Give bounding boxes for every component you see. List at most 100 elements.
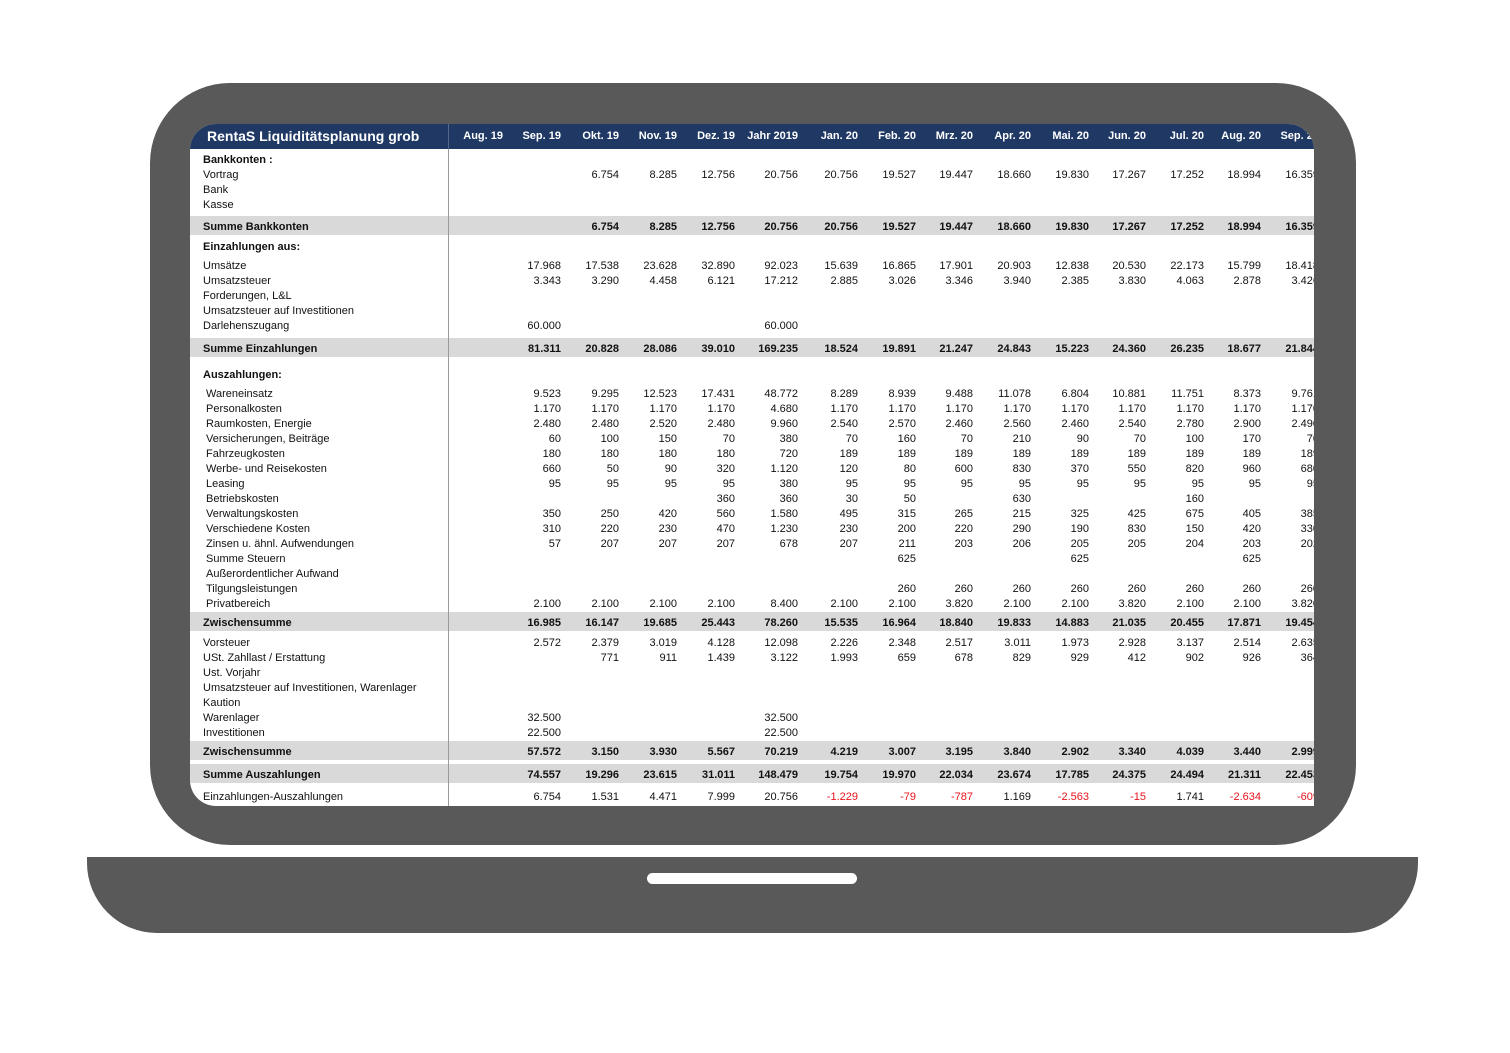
table-cell[interactable]: 2.999 — [1249, 746, 1314, 758]
table-cell[interactable]: 95 — [1249, 478, 1314, 490]
table-cell[interactable]: 50 — [846, 493, 916, 505]
table-cell[interactable]: 364 — [1249, 652, 1314, 664]
table-cell[interactable]: 22.453 — [1249, 769, 1314, 781]
row-label[interactable]: Versicherungen, Beiträge — [206, 433, 330, 445]
table-cell[interactable]: 16.359 — [1249, 221, 1314, 233]
table-cell[interactable]: 207 — [665, 538, 735, 550]
table-cell[interactable]: 22.500 — [728, 727, 798, 739]
total-row-label[interactable]: Summe Auszahlungen — [203, 769, 321, 781]
table-cell[interactable]: 470 — [665, 523, 735, 535]
table-cell[interactable]: 95 — [665, 478, 735, 490]
table-cell[interactable]: 70 — [1249, 433, 1314, 445]
table-cell[interactable]: 4.128 — [665, 637, 735, 649]
table-cell[interactable]: 6.121 — [665, 275, 735, 287]
table-cell[interactable]: 385 — [1249, 508, 1314, 520]
table-cell[interactable]: 5.567 — [665, 746, 735, 758]
row-label[interactable]: Umsatzsteuer auf Investitionen, Warenlag… — [203, 682, 417, 694]
section-heading[interactable]: Einzahlungen aus: — [203, 241, 300, 253]
table-cell[interactable]: 625 — [1191, 553, 1261, 565]
row-label[interactable]: Verschiedene Kosten — [206, 523, 310, 535]
row-label[interactable]: Vorsteuer — [203, 637, 250, 649]
row-label[interactable]: Umsatzsteuer auf Investitionen — [203, 305, 354, 317]
row-label[interactable]: Raumkosten, Energie — [206, 418, 312, 430]
row-label[interactable]: Investitionen — [203, 727, 265, 739]
table-cell[interactable]: 680 — [1249, 463, 1314, 475]
row-label[interactable]: Vortrag — [203, 169, 238, 181]
row-label[interactable]: Umsatzsteuer — [203, 275, 271, 287]
table-cell[interactable]: 330 — [1249, 523, 1314, 535]
row-label[interactable]: Kaution — [203, 697, 240, 709]
row-label[interactable]: Ust. Vorjahr — [203, 667, 260, 679]
row-label[interactable]: Forderungen, L&L — [203, 290, 292, 302]
table-cell[interactable]: 180 — [665, 448, 735, 460]
row-label[interactable]: Zinsen u. ähnl. Aufwendungen — [206, 538, 354, 550]
table-cell[interactable]: 60.000 — [728, 320, 798, 332]
table-cell[interactable]: 360 — [665, 493, 735, 505]
row-label[interactable]: Leasing — [206, 478, 245, 490]
table-cell[interactable]: 70 — [665, 433, 735, 445]
section-heading[interactable]: Bankkonten : — [203, 154, 273, 166]
table-cell[interactable]: 625 — [1019, 553, 1089, 565]
header-divider — [448, 124, 449, 149]
table-cell[interactable]: 560 — [665, 508, 735, 520]
table-cell[interactable]: 17.431 — [665, 388, 735, 400]
table-cell[interactable]: 2.490 — [1249, 418, 1314, 430]
row-label[interactable]: Kasse — [203, 199, 234, 211]
row-label[interactable]: Fahrzeugkosten — [206, 448, 285, 460]
table-cell[interactable]: 2.100 — [665, 598, 735, 610]
row-label[interactable]: Betriebskosten — [206, 493, 279, 505]
table-cell[interactable]: 2.480 — [665, 418, 735, 430]
total-row-label[interactable]: Summe Einzahlungen — [203, 343, 317, 355]
row-label[interactable]: Darlehenszugang — [203, 320, 289, 332]
row-label[interactable]: USt. Zahllast / Erstattung — [203, 652, 325, 664]
table-cell[interactable]: 1.170 — [665, 403, 735, 415]
table-cell[interactable]: 19.454 — [1249, 617, 1314, 629]
table-cell[interactable]: 31.011 — [665, 769, 735, 781]
table-cell[interactable]: 25.443 — [665, 617, 735, 629]
row-label[interactable]: Verwaltungskosten — [206, 508, 298, 520]
section-heading[interactable]: Auszahlungen: — [203, 369, 282, 381]
row-label[interactable]: Tilgungsleistungen — [206, 583, 297, 595]
row-label[interactable]: Warenlager — [203, 712, 259, 724]
column-header[interactable]: Dez. 19 — [665, 130, 735, 142]
table-cell[interactable]: 9.761 — [1249, 388, 1314, 400]
table-cell[interactable]: 18.418 — [1249, 260, 1314, 272]
row-label[interactable]: Umsätze — [203, 260, 246, 272]
row-label[interactable]: Bank — [203, 184, 228, 196]
row-label[interactable]: Privatbereich — [206, 598, 270, 610]
row-label[interactable]: Werbe- und Reisekosten — [206, 463, 327, 475]
row-label[interactable]: Personalkosten — [206, 403, 282, 415]
table-cell[interactable]: 12.756 — [665, 169, 735, 181]
table-cell[interactable]: 12.756 — [665, 221, 735, 233]
table-cell[interactable]: 22.500 — [491, 727, 561, 739]
total-row-label[interactable]: Zwischensumme — [203, 746, 292, 758]
table-cell[interactable]: 2.635 — [1249, 637, 1314, 649]
total-row-label[interactable]: Zwischensumme — [203, 617, 292, 629]
table-cell[interactable]: 1.439 — [665, 652, 735, 664]
row-label[interactable]: Außerordentlicher Aufwand — [206, 568, 339, 580]
total-row-label[interactable]: Summe Bankkonten — [203, 221, 309, 233]
table-cell[interactable]: 3.820 — [1249, 598, 1314, 610]
table-cell[interactable]: 60.000 — [491, 320, 561, 332]
table-cell[interactable]: 260 — [1249, 583, 1314, 595]
table-cell[interactable]: 630 — [961, 493, 1031, 505]
table-cell[interactable]: 32.500 — [728, 712, 798, 724]
table-cell[interactable]: 189 — [1249, 448, 1314, 460]
table-cell[interactable]: 32.500 — [491, 712, 561, 724]
table-cell[interactable]: 7.999 — [665, 791, 735, 803]
row-label[interactable]: Wareneinsatz — [206, 388, 273, 400]
table-cell[interactable]: 202 — [1249, 538, 1314, 550]
table-cell[interactable]: 16.359 — [1249, 169, 1314, 181]
table-cell[interactable]: 39.010 — [665, 343, 735, 355]
table-cell[interactable]: 625 — [846, 553, 916, 565]
column-header[interactable]: Sep. 20 — [1249, 130, 1314, 142]
table-cell[interactable]: 32.890 — [665, 260, 735, 272]
table-cell[interactable]: 160 — [1134, 493, 1204, 505]
table-cell[interactable]: 320 — [665, 463, 735, 475]
row-label[interactable]: Summe Steuern — [206, 553, 285, 565]
row-label[interactable]: Einzahlungen-Auszahlungen — [203, 791, 343, 803]
table-cell[interactable]: 3.426 — [1249, 275, 1314, 287]
table-cell[interactable]: -609 — [1249, 791, 1314, 803]
table-cell[interactable]: 21.844 — [1249, 343, 1314, 355]
table-cell[interactable]: 1.170 — [1249, 403, 1314, 415]
